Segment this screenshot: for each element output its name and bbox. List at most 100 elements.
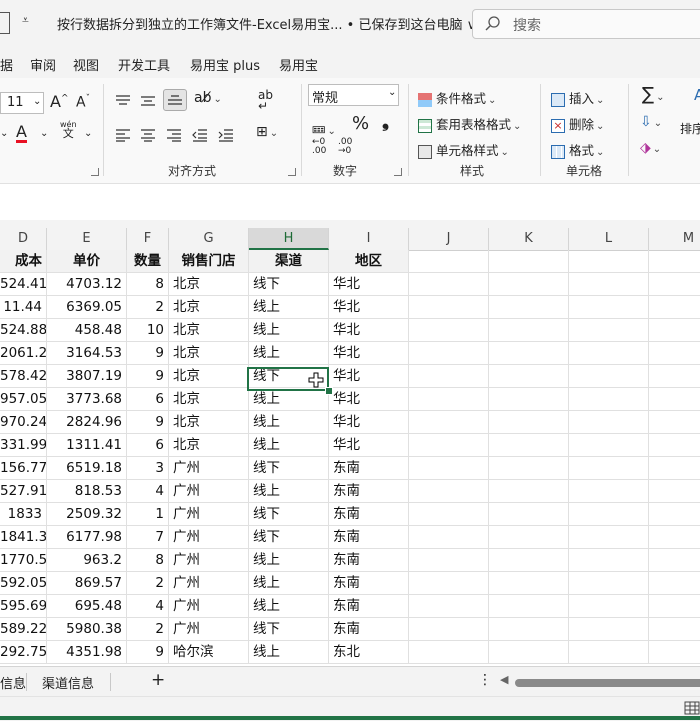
sort-icon[interactable]: A xyxy=(694,86,700,104)
empty-cell[interactable] xyxy=(649,319,700,342)
table-cell[interactable]: 线上 xyxy=(249,388,329,411)
empty-cell[interactable] xyxy=(569,618,649,641)
add-sheet-button[interactable]: + xyxy=(151,670,165,690)
align-top-icon[interactable] xyxy=(115,94,131,108)
increase-decimal-icon[interactable]: ←0.00 xyxy=(312,138,326,156)
empty-cell[interactable] xyxy=(409,434,489,457)
table-cell[interactable]: 524.41 xyxy=(0,273,47,296)
header-cell[interactable]: 渠道 xyxy=(249,250,329,273)
table-cell[interactable]: 4 xyxy=(127,595,169,618)
table-cell[interactable]: 589.22 xyxy=(0,618,47,641)
table-cell[interactable]: 线上 xyxy=(249,434,329,457)
table-cell[interactable]: 广州 xyxy=(169,480,249,503)
table-cell[interactable]: 北京 xyxy=(169,365,249,388)
tab-yiyongbao[interactable]: 易用宝 xyxy=(279,55,318,74)
table-format-button[interactable]: 套用表格格式 ⌄ xyxy=(418,114,521,133)
table-cell[interactable]: 1311.41 xyxy=(47,434,127,457)
empty-cell[interactable] xyxy=(569,526,649,549)
format-button[interactable]: 格式 ⌄ xyxy=(551,140,604,159)
table-cell[interactable]: 7 xyxy=(127,526,169,549)
table-cell[interactable]: 970.24 xyxy=(0,411,47,434)
empty-cell[interactable] xyxy=(489,549,569,572)
empty-cell[interactable] xyxy=(569,273,649,296)
tab-view[interactable]: 视图 xyxy=(73,55,99,74)
empty-cell[interactable] xyxy=(409,526,489,549)
empty-cell[interactable] xyxy=(649,572,700,595)
empty-cell[interactable] xyxy=(649,549,700,572)
empty-cell[interactable] xyxy=(569,641,649,664)
number-format-select[interactable]: 常规 ⌄ xyxy=(308,84,399,106)
table-cell[interactable]: 线上 xyxy=(249,595,329,618)
column-header-k[interactable]: K xyxy=(489,228,569,250)
table-cell[interactable]: 9 xyxy=(127,411,169,434)
column-header-i[interactable]: I xyxy=(329,228,409,250)
table-cell[interactable]: 5980.38 xyxy=(47,618,127,641)
empty-cell[interactable] xyxy=(569,296,649,319)
table-cell[interactable]: 东南 xyxy=(329,572,409,595)
table-cell[interactable]: 695.48 xyxy=(47,595,127,618)
column-header-f[interactable]: F xyxy=(127,228,169,250)
empty-cell[interactable] xyxy=(489,319,569,342)
horizontal-scrollbar[interactable] xyxy=(515,679,700,687)
window-title[interactable]: 按行数据拆分到独立的工作簿文件-Excel易用宝... • 已保存到这台电脑 ∨ xyxy=(57,14,476,33)
empty-cell[interactable] xyxy=(489,572,569,595)
table-cell[interactable]: 3 xyxy=(127,457,169,480)
table-cell[interactable]: 8 xyxy=(127,273,169,296)
empty-cell[interactable] xyxy=(409,457,489,480)
fill-handle[interactable] xyxy=(325,387,333,395)
empty-cell[interactable] xyxy=(569,595,649,618)
table-cell[interactable]: 线下 xyxy=(249,503,329,526)
empty-cell[interactable] xyxy=(409,319,489,342)
comma-button[interactable]: ❟ xyxy=(382,111,389,132)
table-cell[interactable]: 线上 xyxy=(249,572,329,595)
empty-cell[interactable] xyxy=(409,595,489,618)
increase-indent-icon[interactable] xyxy=(218,128,234,142)
table-cell[interactable]: 156.77 xyxy=(0,457,47,480)
table-cell[interactable]: 2061.2 xyxy=(0,342,47,365)
table-cell[interactable]: 292.75 xyxy=(0,641,47,664)
table-cell[interactable]: 线下 xyxy=(249,526,329,549)
empty-cell[interactable] xyxy=(409,342,489,365)
column-header-e[interactable]: E xyxy=(47,228,127,250)
border-dropdown[interactable]: ⌄ xyxy=(0,128,8,139)
empty-cell[interactable] xyxy=(489,618,569,641)
shrink-font-button[interactable]: Aˇ xyxy=(76,94,90,111)
quick-access-dropdown[interactable]: ⩡ xyxy=(22,13,29,28)
empty-cell[interactable] xyxy=(489,641,569,664)
sheet-tab-channel[interactable]: 渠道信息 xyxy=(42,673,94,692)
table-cell[interactable]: 2 xyxy=(127,296,169,319)
empty-cell[interactable] xyxy=(649,250,700,273)
table-cell[interactable]: 东南 xyxy=(329,549,409,572)
empty-cell[interactable] xyxy=(489,595,569,618)
table-cell[interactable]: 592.05 xyxy=(0,572,47,595)
empty-cell[interactable] xyxy=(569,388,649,411)
empty-cell[interactable] xyxy=(649,342,700,365)
sort-label[interactable]: 排序 xyxy=(680,120,700,137)
table-cell[interactable]: 华北 xyxy=(329,434,409,457)
table-cell[interactable]: 华北 xyxy=(329,296,409,319)
table-cell[interactable]: 957.05 xyxy=(0,388,47,411)
align-middle-icon[interactable] xyxy=(140,94,156,108)
empty-cell[interactable] xyxy=(649,365,700,388)
table-cell[interactable]: 北京 xyxy=(169,388,249,411)
table-cell[interactable]: 9 xyxy=(127,342,169,365)
cell-style-button[interactable]: 单元格样式 ⌄ xyxy=(418,140,509,159)
font-color-button[interactable]: A xyxy=(16,124,27,143)
table-cell[interactable]: 3807.19 xyxy=(47,365,127,388)
table-cell[interactable]: 4703.12 xyxy=(47,273,127,296)
table-cell[interactable]: 线上 xyxy=(249,296,329,319)
table-cell[interactable]: 6177.98 xyxy=(47,526,127,549)
empty-cell[interactable] xyxy=(569,411,649,434)
empty-cell[interactable] xyxy=(409,388,489,411)
empty-cell[interactable] xyxy=(409,503,489,526)
table-cell[interactable]: 2 xyxy=(127,572,169,595)
empty-cell[interactable] xyxy=(409,641,489,664)
table-cell[interactable]: 10 xyxy=(127,319,169,342)
table-cell[interactable]: 北京 xyxy=(169,319,249,342)
empty-cell[interactable] xyxy=(409,549,489,572)
table-cell[interactable]: 线上 xyxy=(249,549,329,572)
empty-cell[interactable] xyxy=(489,434,569,457)
fill-icon[interactable]: ⇩ ⌄ xyxy=(640,114,662,130)
sheet-tab-info[interactable]: 信息 xyxy=(0,673,26,692)
empty-cell[interactable] xyxy=(409,365,489,388)
